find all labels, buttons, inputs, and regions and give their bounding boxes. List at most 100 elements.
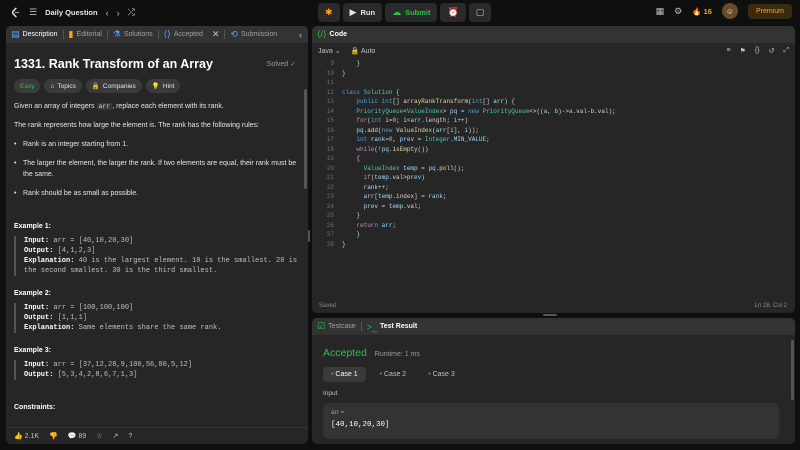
- output-label: Output:: [24, 314, 54, 322]
- tab-label: Test Result: [379, 323, 418, 330]
- pass-dot-icon: •: [379, 371, 383, 378]
- timer-button[interactable]: ⏰: [440, 3, 466, 22]
- thumbs-up-icon: 👍: [14, 433, 23, 440]
- example-heading: Example 2:: [14, 290, 51, 297]
- tab-label: Code: [329, 31, 348, 38]
- tab-test-result[interactable]: >_ Test Result: [362, 318, 422, 335]
- accepted-label: Accepted: [323, 347, 367, 359]
- code-line: rank++;: [363, 183, 389, 191]
- tag-icon: ⌂: [50, 82, 55, 90]
- line-number: 16: [326, 126, 334, 134]
- avatar[interactable]: ☺: [721, 3, 738, 19]
- streak-counter[interactable]: 🔥 16: [692, 7, 712, 16]
- list-item: Rank is an integer starting from 1.: [14, 139, 300, 150]
- code-panel: ⟨/⟩ Code Java ⌄ 🔒 Auto ≡ ⚑ {} ↺ ⤢ 9 10 11 12…: [312, 26, 795, 313]
- case-tab-3[interactable]: • Case 3: [420, 367, 463, 382]
- output-label: Output:: [24, 247, 54, 255]
- chevron-right-icon[interactable]: ›: [117, 8, 120, 18]
- param-value: [40,10,20,30]: [331, 421, 390, 429]
- expand-icon[interactable]: ⤢: [783, 47, 789, 55]
- tab-code[interactable]: ⟨/⟩ Code: [312, 26, 352, 43]
- bookmark-icon[interactable]: ⚑: [740, 47, 746, 55]
- tab-label: Description: [22, 31, 58, 38]
- tab-editorial[interactable]: ▮ Editorial: [64, 26, 107, 43]
- thumbs-down-icon[interactable]: 👎: [49, 432, 58, 440]
- list-icon[interactable]: ☰: [29, 7, 37, 18]
- code-icon: ⟨⟩: [163, 29, 171, 39]
- notes-button[interactable]: ▢: [468, 3, 492, 22]
- language-select[interactable]: Java ⌄: [318, 47, 341, 55]
- rules-list: Rank is an integer starting from 1. The …: [14, 139, 300, 199]
- editor-actions: ≡ ⚑ {} ↺ ⤢: [726, 47, 789, 55]
- shuffle-icon[interactable]: ⤮: [128, 7, 135, 18]
- vertical-resize-handle[interactable]: [308, 230, 310, 242]
- intro-text: , replace each element with its rank.: [112, 103, 224, 110]
- code-line: while(!pq.isEmpty()): [356, 145, 429, 153]
- tab-label: Accepted: [173, 31, 203, 38]
- layout-icon[interactable]: ▦: [656, 6, 665, 17]
- hint-tag[interactable]: 💡 Hint: [145, 79, 181, 93]
- case-tab-2[interactable]: • Case 2: [372, 367, 415, 382]
- flask-icon: ⚗: [112, 29, 121, 39]
- bug-icon: ✱: [325, 7, 333, 17]
- example-box: Input: arr = [100,100,100] Output: [1,1,…: [14, 303, 300, 333]
- document-icon: ▤: [11, 29, 20, 39]
- code-tab-bar: ⟨/⟩ Code: [312, 26, 795, 43]
- like-button[interactable]: 👍 2.1K: [14, 432, 39, 440]
- line-number: 15: [326, 117, 334, 124]
- star-icon[interactable]: ☆: [96, 432, 102, 440]
- share-icon[interactable]: ↗: [113, 432, 119, 440]
- help-icon[interactable]: ?: [128, 433, 132, 440]
- leetcode-logo-icon[interactable]: [10, 7, 21, 18]
- pass-dot-icon: •: [428, 371, 431, 378]
- gear-icon[interactable]: ⚙: [674, 6, 682, 17]
- run-button[interactable]: ▶ Run: [342, 3, 383, 22]
- code-line: }: [342, 69, 346, 77]
- comment-icon: 💬: [67, 433, 77, 440]
- input-heading: Input: [323, 390, 338, 397]
- scrollbar[interactable]: [791, 340, 794, 400]
- description-footer: 👍 2.1K 👎 💬 89 ☆ ↗ ?: [6, 427, 308, 444]
- case-label: Case 3: [432, 371, 455, 378]
- history-icon: ⟲: [230, 29, 238, 39]
- comments-button[interactable]: 💬 89: [68, 432, 86, 440]
- tab-description[interactable]: ▤ Description: [6, 26, 63, 43]
- daily-question-title[interactable]: Daily Question: [45, 8, 98, 17]
- example-heading: Example 3:: [14, 347, 51, 354]
- braces-icon[interactable]: {}: [755, 47, 760, 55]
- case-tab-1[interactable]: • Case 1: [323, 367, 366, 382]
- topics-tag[interactable]: ⌂ Topics: [44, 79, 82, 93]
- code-editor[interactable]: 9 10 11 12 13 14 15 16 17 18 19 20 21 22 23 24 25 26 27 28 …: [312, 58, 795, 248]
- code-line: prev = temp.val;: [363, 202, 422, 210]
- scrollbar[interactable]: [304, 89, 307, 189]
- tab-submission[interactable]: ⟲ Submission: [225, 26, 282, 43]
- auto-mode[interactable]: 🔒 Auto: [351, 47, 376, 55]
- companies-tag[interactable]: 🔒 Companies: [85, 79, 142, 93]
- tab-accepted[interactable]: ⟨⟩ Accepted ✕: [159, 26, 225, 43]
- save-status: Saved: [319, 303, 337, 309]
- collapse-icon[interactable]: ‹: [299, 30, 302, 40]
- tab-solutions[interactable]: ⚗ Solutions: [108, 26, 158, 43]
- example-box: Input: arr = [37,12,28,9,100,56,80,5,12]…: [14, 360, 300, 380]
- debug-button[interactable]: ✱: [318, 3, 340, 22]
- tag-label: Topics: [57, 82, 76, 90]
- close-icon[interactable]: ✕: [212, 29, 220, 40]
- description-panel: ▤ Description ▮ Editorial ⚗ Solutions ⟨⟩ Acc…: [6, 26, 308, 444]
- difficulty-badge: Easy: [14, 79, 41, 93]
- chevron-left-icon[interactable]: ‹: [106, 8, 109, 18]
- line-number: 27: [326, 231, 334, 238]
- input-box: arr = [40,10,20,30]: [323, 403, 779, 439]
- test-result-panel: ☑ Testcase >_ Test Result Accepted Runtime:…: [312, 318, 795, 444]
- tab-testcase[interactable]: ☑ Testcase: [312, 318, 361, 335]
- horizontal-resize-handle[interactable]: [543, 314, 557, 316]
- submit-label: Submit: [405, 8, 431, 17]
- book-icon: ▮: [68, 29, 74, 39]
- lightbulb-icon: 💡: [151, 83, 160, 90]
- reset-icon[interactable]: ↺: [769, 47, 775, 55]
- premium-button[interactable]: Premium: [747, 3, 792, 19]
- submit-button[interactable]: ☁ Submit: [385, 3, 438, 22]
- format-icon[interactable]: ≡: [726, 47, 730, 55]
- cursor-position: Ln 28, Col 2: [754, 303, 787, 309]
- line-number: 13: [326, 98, 334, 105]
- output-label: Output:: [24, 371, 54, 379]
